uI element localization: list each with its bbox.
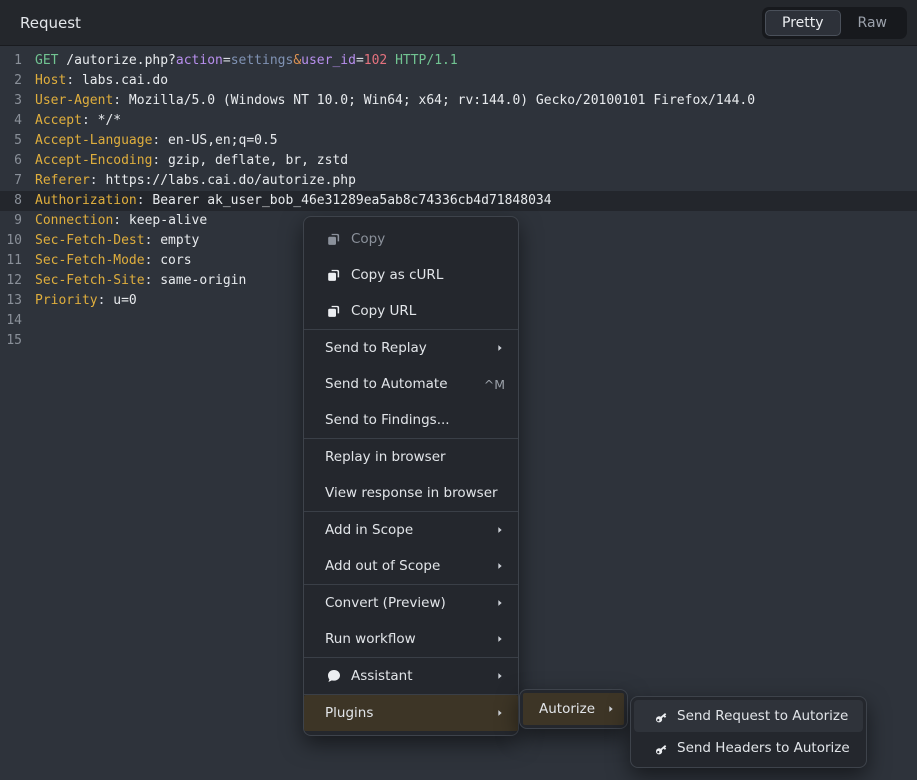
code-line-1[interactable]: 1 GET /autorize.php?action=settings&user_… <box>0 51 917 71</box>
menu-item-label: Send to Replay <box>325 340 487 356</box>
autorize-submenu: Send Request to Autorize Send Headers to … <box>630 696 867 768</box>
code-line-7[interactable]: 7 Referer: https://labs.cai.do/autorize.p… <box>0 171 917 191</box>
menu-item-label: View response in browser <box>325 485 505 501</box>
request-panel-header: Request Pretty Raw <box>0 0 917 46</box>
code-line-content: Sec-Fetch-Mode: cors <box>35 251 192 271</box>
menu-item-label: Copy as cURL <box>351 267 505 283</box>
menu-item-copy-url[interactable]: Copy URL <box>304 293 518 329</box>
line-number: 5 <box>0 131 22 151</box>
code-line-content: Sec-Fetch-Dest: empty <box>35 231 199 251</box>
code-line-3[interactable]: 3 User-Agent: Mozilla/5.0 (Windows NT 10.… <box>0 91 917 111</box>
panel-title: Request <box>20 14 81 32</box>
code-line-content: Referer: https://labs.cai.do/autorize.ph… <box>35 171 356 191</box>
chevron-right-icon <box>495 343 505 353</box>
chevron-right-icon <box>495 598 505 608</box>
code-line-content: GET /autorize.php?action=settings&user_i… <box>35 51 458 71</box>
code-line-content: Authorization: Bearer ak_user_bob_46e312… <box>35 191 552 211</box>
code-line-2[interactable]: 2 Host: labs.cai.do <box>0 71 917 91</box>
code-line-content: Connection: keep-alive <box>35 211 207 231</box>
line-number: 3 <box>0 91 22 111</box>
key-icon <box>648 704 672 728</box>
code-line-content: Accept-Language: en-US,en;q=0.5 <box>35 131 278 151</box>
code-line-content: Host: labs.cai.do <box>35 71 168 91</box>
line-number: 6 <box>0 151 22 171</box>
key-icon <box>648 736 672 760</box>
copy-icon <box>325 267 342 284</box>
menu-item-label: Send to Automate <box>325 376 476 392</box>
chevron-right-icon <box>495 525 505 535</box>
request-panel: Request Pretty Raw 1 GET /autorize.php?ac… <box>0 0 917 780</box>
code-line-6[interactable]: 6 Accept-Encoding: gzip, deflate, br, zst… <box>0 151 917 171</box>
menu-item-label: Send Request to Autorize <box>677 708 853 724</box>
line-number: 15 <box>0 331 22 351</box>
line-number: 10 <box>0 231 22 251</box>
menu-item-assistant[interactable]: Assistant <box>304 658 518 694</box>
menu-item-send-to-automate[interactable]: Send to Automate ^M <box>304 366 518 402</box>
code-line-content: User-Agent: Mozilla/5.0 (Windows NT 10.0… <box>35 91 755 111</box>
code-line-content: Sec-Fetch-Site: same-origin <box>35 271 246 291</box>
menu-item-autorize[interactable]: Autorize <box>523 693 624 725</box>
chevron-right-icon <box>495 561 505 571</box>
context-menu: Copy Copy as cURL Copy URL Send to Replay Se… <box>303 216 519 736</box>
line-number: 12 <box>0 271 22 291</box>
menu-item-label: Assistant <box>351 668 487 684</box>
menu-item-run-workflow[interactable]: Run workflow <box>304 621 518 657</box>
line-number: 13 <box>0 291 22 311</box>
code-line-8[interactable]: 8 Authorization: Bearer ak_user_bob_46e31… <box>0 191 917 211</box>
menu-item-plugins[interactable]: Plugins <box>304 695 518 731</box>
menu-item-label: Add out of Scope <box>325 558 487 574</box>
plugins-submenu: Autorize <box>519 689 628 729</box>
menu-item-convert-preview[interactable]: Convert (Preview) <box>304 585 518 621</box>
code-line-content: Accept: */* <box>35 111 121 131</box>
line-number: 4 <box>0 111 22 131</box>
menu-item-label: Plugins <box>325 705 487 721</box>
menu-item-copy[interactable]: Copy <box>304 221 518 257</box>
menu-item-label: Autorize <box>539 701 598 717</box>
menu-item-copy-as-curl[interactable]: Copy as cURL <box>304 257 518 293</box>
menu-item-send-headers-to-autorize[interactable]: Send Headers to Autorize <box>634 732 863 764</box>
menu-item-label: Add in Scope <box>325 522 487 538</box>
menu-item-label: Replay in browser <box>325 449 505 465</box>
chevron-right-icon <box>606 704 616 714</box>
line-number: 11 <box>0 251 22 271</box>
raw-tab[interactable]: Raw <box>841 10 904 36</box>
line-number: 14 <box>0 311 22 331</box>
chevron-right-icon <box>495 634 505 644</box>
menu-item-add-out-of-scope[interactable]: Add out of Scope <box>304 548 518 584</box>
line-number: 9 <box>0 211 22 231</box>
line-number: 8 <box>0 191 22 211</box>
line-number: 1 <box>0 51 22 71</box>
copy-icon <box>325 303 342 320</box>
code-line-5[interactable]: 5 Accept-Language: en-US,en;q=0.5 <box>0 131 917 151</box>
menu-item-label: Copy <box>351 231 505 247</box>
copy-icon <box>325 231 342 248</box>
menu-item-label: Send Headers to Autorize <box>677 740 853 756</box>
code-line-content: Accept-Encoding: gzip, deflate, br, zstd <box>35 151 348 171</box>
menu-item-send-to-findings[interactable]: Send to Findings... <box>304 402 518 438</box>
menu-item-view-response-in-browser[interactable]: View response in browser <box>304 475 518 511</box>
chevron-right-icon <box>495 708 505 718</box>
view-mode-toggle: Pretty Raw <box>762 7 907 39</box>
line-number: 2 <box>0 71 22 91</box>
menu-item-label: Run workflow <box>325 631 487 647</box>
menu-item-send-to-replay[interactable]: Send to Replay <box>304 330 518 366</box>
menu-item-label: Copy URL <box>351 303 505 319</box>
menu-item-label: Send to Findings... <box>325 412 505 428</box>
code-line-4[interactable]: 4 Accept: */* <box>0 111 917 131</box>
assistant-icon <box>325 668 342 685</box>
menu-item-replay-in-browser[interactable]: Replay in browser <box>304 439 518 475</box>
line-number: 7 <box>0 171 22 191</box>
menu-item-label: Convert (Preview) <box>325 595 487 611</box>
menu-item-send-request-to-autorize[interactable]: Send Request to Autorize <box>634 700 863 732</box>
chevron-right-icon <box>495 671 505 681</box>
menu-item-shortcut: ^M <box>484 377 505 392</box>
pretty-tab[interactable]: Pretty <box>765 10 841 36</box>
code-line-content: Priority: u=0 <box>35 291 137 311</box>
menu-item-add-in-scope[interactable]: Add in Scope <box>304 512 518 548</box>
